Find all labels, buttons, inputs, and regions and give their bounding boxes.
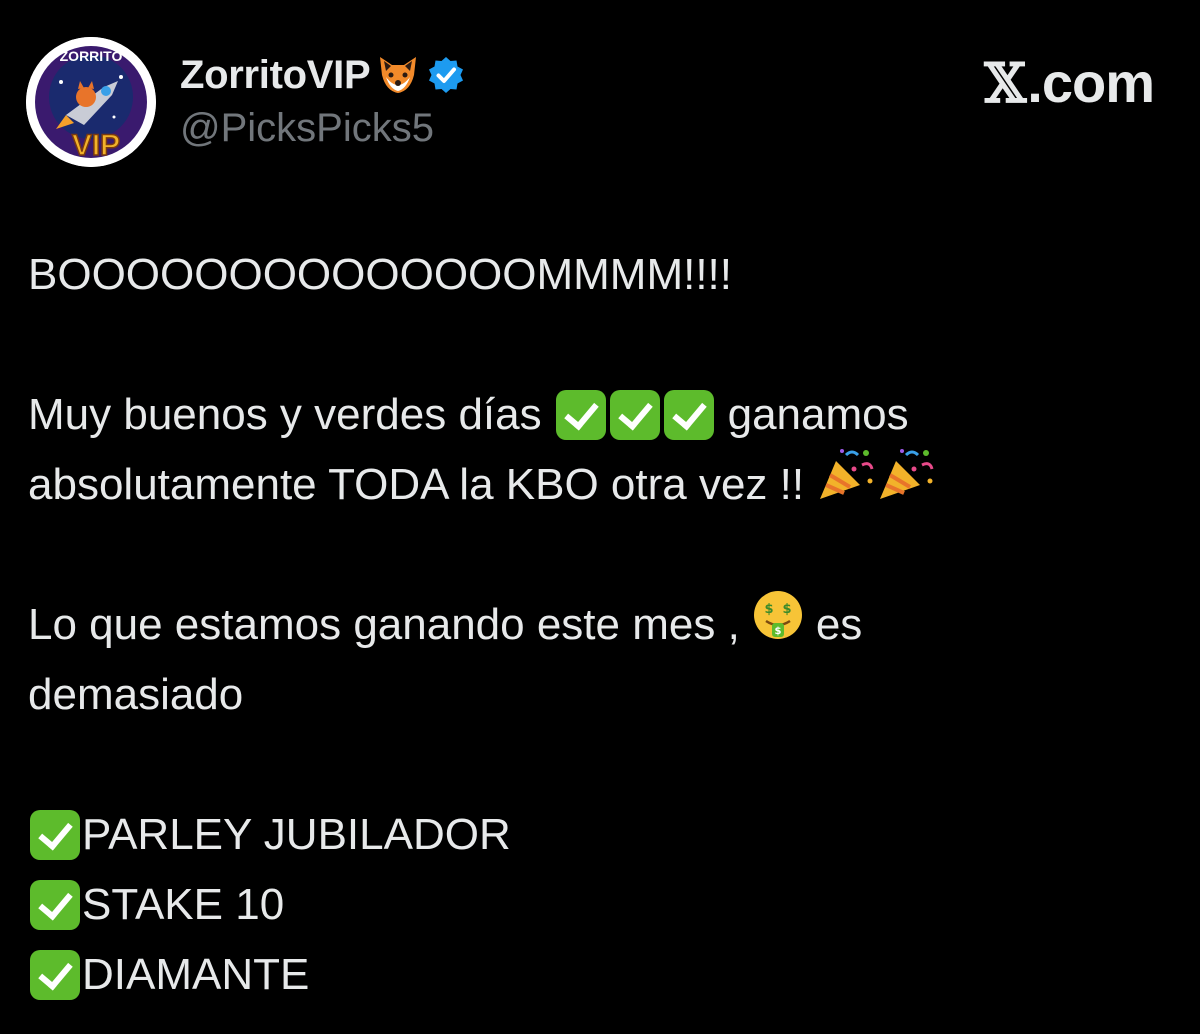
- check-mark-icon: [30, 810, 80, 860]
- display-name-row: ZorritoVIP: [180, 50, 466, 100]
- avatar-bottom-text: VIP: [72, 129, 120, 162]
- tweet-line-4a-text: Lo que estamos ganando este mes ,: [28, 600, 740, 649]
- list-item-text: STAKE 10: [82, 880, 285, 929]
- tweet-card: ZORRITO VIP ZorritoVIP @PicksPicks5 𝕏 .c…: [0, 0, 1200, 1034]
- svg-text:$: $: [782, 602, 791, 617]
- verified-badge-icon[interactable]: [426, 55, 466, 95]
- avatar-image: ZORRITO VIP: [26, 37, 156, 167]
- tweet-line-2b-text: ganamos: [727, 390, 909, 439]
- avatar[interactable]: ZORRITO VIP: [26, 37, 156, 167]
- x-com-brand: 𝕏 .com: [984, 50, 1155, 115]
- check-mark-icon: [30, 880, 80, 930]
- list-item: PARLEY JUBILADOR: [28, 800, 1168, 870]
- check-mark-icon: [609, 390, 660, 440]
- brand-suffix: .com: [1027, 51, 1155, 114]
- svg-text:$: $: [764, 602, 773, 617]
- list-item: DIAMANTE: [28, 940, 1168, 1010]
- tweet-line-5: demasiado: [28, 660, 1168, 730]
- tweet-line-2: Muy buenos y verdes días ganamos: [28, 380, 1168, 450]
- list-item: STAKE 10: [28, 870, 1168, 940]
- tweet-line-3: absolutamente TODA la KBO otra vez !!: [28, 448, 1168, 520]
- tweet-line-4: Lo que estamos ganando este mes , $ $ $ …: [28, 590, 1168, 660]
- tweet-line-1-text: BOOOOOOOOOOOOOOMMMM!!!!: [28, 250, 732, 299]
- party-popper-icon: [816, 447, 876, 524]
- tweet-line-1: BOOOOOOOOOOOOOOMMMM!!!!: [28, 240, 1168, 310]
- tweet-line-2a-text: Muy buenos y verdes días: [28, 390, 542, 439]
- user-handle[interactable]: @PicksPicks5: [180, 106, 434, 151]
- x-logo-icon: 𝕏: [984, 50, 1026, 115]
- avatar-top-text: ZORRITO: [60, 48, 123, 64]
- money-mouth-face-icon: $ $ $: [752, 589, 804, 662]
- svg-text:$: $: [774, 626, 781, 637]
- tweet-line-4b-text: es: [815, 600, 863, 649]
- list-item-text: DIAMANTE: [82, 950, 310, 999]
- check-mark-icon: [663, 390, 714, 440]
- list-item-text: PARLEY JUBILADOR: [82, 810, 511, 859]
- party-popper-icon: [876, 447, 936, 524]
- tweet-line-3-text: absolutamente TODA la KBO otra vez !!: [28, 460, 805, 509]
- display-name[interactable]: ZorritoVIP: [180, 53, 371, 98]
- tweet-line-5-text: demasiado: [28, 670, 244, 719]
- tweet-text: BOOOOOOOOOOOOOOMMMM!!!! Muy buenos y ver…: [28, 240, 1168, 1010]
- check-mark-icon: [30, 950, 80, 1000]
- check-mark-icon: [555, 390, 606, 440]
- fox-face-icon: [376, 53, 420, 97]
